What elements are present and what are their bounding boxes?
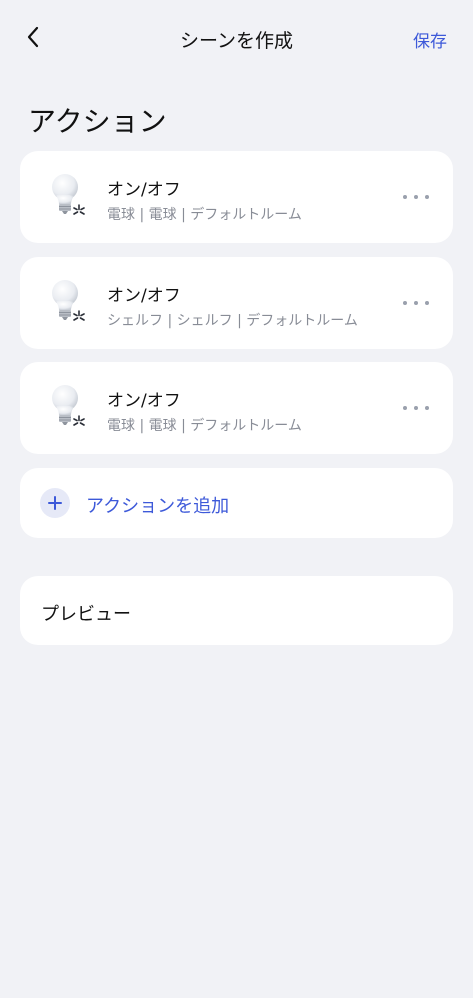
- more-dot: [414, 406, 418, 410]
- light-bulb-icon: [52, 174, 85, 215]
- action-card[interactable]: オン/オフ 電球 | 電球 | デフォルトルーム: [20, 362, 453, 454]
- action-subtitle: シェルフ | シェルフ | デフォルトルーム: [107, 313, 358, 329]
- action-subtitle: 電球 | 電球 | デフォルトルーム: [107, 418, 302, 434]
- action-title: オン/オフ: [107, 286, 181, 306]
- action-title: オン/オフ: [107, 391, 181, 411]
- more-dot: [414, 301, 418, 305]
- more-dots-icon: [403, 195, 407, 199]
- more-dot: [425, 406, 429, 410]
- save-button[interactable]: 保存: [413, 27, 447, 52]
- page-title: シーンを作成: [179, 30, 294, 52]
- action-card[interactable]: オン/オフ 電球 | 電球 | デフォルトルーム: [20, 151, 453, 243]
- light-bulb-icon: [52, 280, 85, 321]
- preview-label: プレビュー: [41, 604, 131, 625]
- add-action-label: アクションを追加: [86, 496, 230, 517]
- preview-button[interactable]: プレビュー: [20, 576, 453, 645]
- light-bulb-icon: [52, 385, 85, 426]
- more-options-button[interactable]: [403, 187, 429, 207]
- more-dot: [425, 301, 429, 305]
- section-title-actions: アクション: [28, 105, 167, 138]
- more-dot: [414, 195, 418, 199]
- action-card[interactable]: オン/オフ シェルフ | シェルフ | デフォルトルーム: [20, 257, 453, 349]
- add-action-button[interactable]: アクションを追加: [20, 468, 453, 538]
- more-dots-icon: [403, 301, 407, 305]
- header-bar: シーンを作成 保存: [0, 0, 473, 78]
- plus-icon: [40, 488, 70, 518]
- more-options-button[interactable]: [403, 293, 429, 313]
- action-subtitle: 電球 | 電球 | デフォルトルーム: [107, 207, 302, 223]
- more-dots-icon: [403, 406, 407, 410]
- more-dot: [425, 195, 429, 199]
- more-options-button[interactable]: [403, 398, 429, 418]
- action-title: オン/オフ: [107, 180, 181, 200]
